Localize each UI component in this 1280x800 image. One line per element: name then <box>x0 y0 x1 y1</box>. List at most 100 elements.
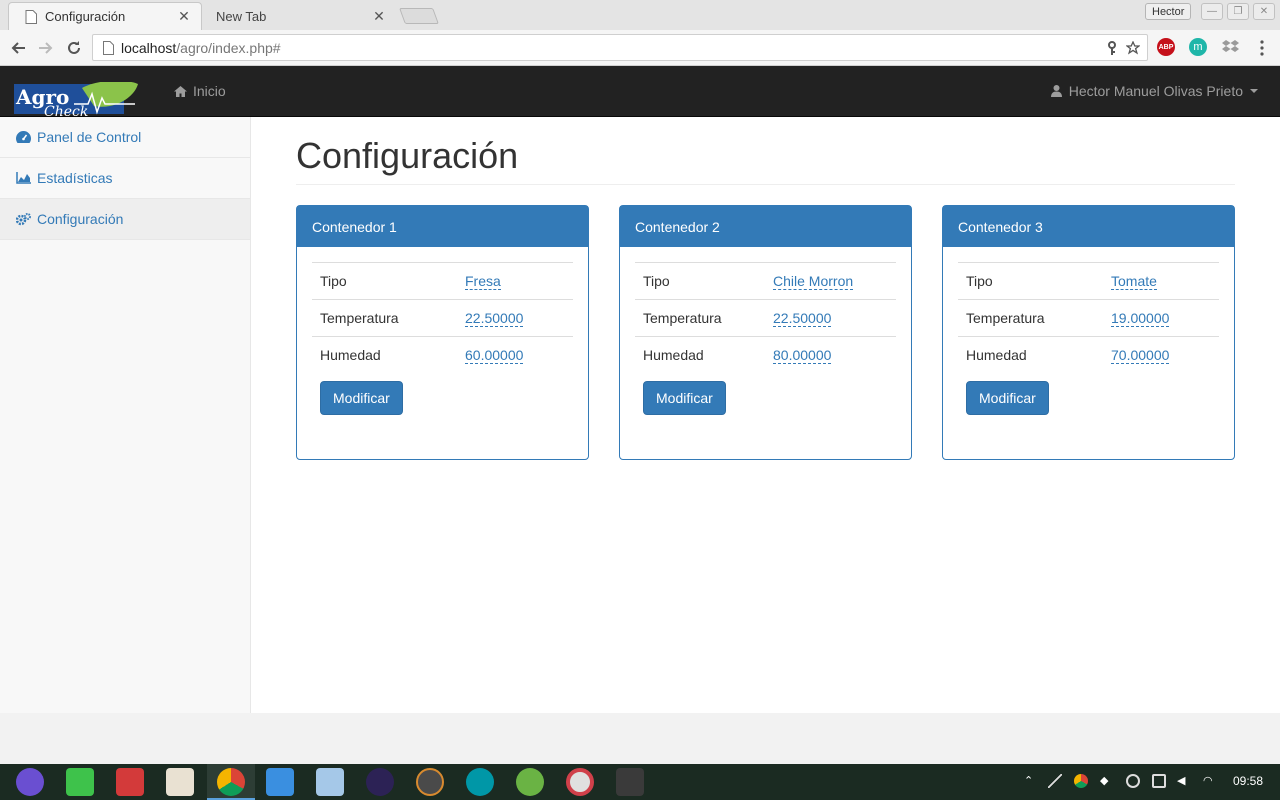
row-label: Tipo <box>643 273 670 289</box>
chrome-tray-icon[interactable] <box>1074 774 1088 788</box>
table-row: Temperatura 22.50000 <box>312 299 573 336</box>
sidebar-item-panel-de-control[interactable]: Panel de Control <box>0 117 250 158</box>
table-row: Tipo Fresa <box>312 262 573 299</box>
page-title: Configuración <box>296 135 519 176</box>
launcher-icon[interactable] <box>16 768 44 796</box>
row-label: Humedad <box>643 347 704 363</box>
row-label: Humedad <box>966 347 1027 363</box>
editable-value[interactable]: 19.00000 <box>1111 310 1170 327</box>
close-icon[interactable]: ✕ <box>372 8 386 24</box>
window-close-icon[interactable]: ✕ <box>1253 3 1275 20</box>
address-bar[interactable]: localhost/agro/index.php# <box>92 34 1148 61</box>
close-icon[interactable]: ✕ <box>177 8 191 24</box>
browser-toolbar: localhost/agro/index.php# ABP m <box>0 30 1280 66</box>
user-menu[interactable]: Hector Manuel Olivas Prieto <box>1050 66 1258 116</box>
row-label: Temperatura <box>643 310 722 326</box>
key-icon[interactable] <box>1105 41 1119 55</box>
dashboard-icon <box>16 131 31 143</box>
nav-inicio[interactable]: Inicio <box>174 66 226 116</box>
row-label: Temperatura <box>966 310 1045 326</box>
panel-heading: Contenedor 1 <box>297 206 588 247</box>
editable-value[interactable]: 22.50000 <box>773 310 832 327</box>
editable-value[interactable]: 60.00000 <box>465 347 524 364</box>
browser-tab-strip: Configuración ✕ New Tab ✕ Hector — ❐ ✕ <box>0 0 1280 30</box>
sidebar-item-label: Configuración <box>37 211 124 227</box>
agrocheck-logo[interactable]: Agro Check <box>14 82 140 118</box>
tab-configuracion[interactable]: Configuración ✕ <box>8 2 202 30</box>
panel-contenedor-2: Contenedor 2 Tipo Chile Morron Temperatu… <box>619 205 912 460</box>
main-content: Configuración Contenedor 1 Tipo Fresa Te… <box>251 117 1280 713</box>
battery-icon[interactable] <box>1152 774 1166 788</box>
settings-icon[interactable] <box>566 768 594 796</box>
adblock-icon[interactable]: ABP <box>1157 38 1175 56</box>
nav-inicio-label: Inicio <box>193 83 226 99</box>
clock: 09:58 <box>1233 774 1264 788</box>
tab-title: New Tab <box>216 8 267 24</box>
area-chart-icon <box>16 172 31 184</box>
window-user-badge[interactable]: Hector <box>1145 3 1192 20</box>
volume-icon[interactable]: ◀ <box>1177 774 1191 788</box>
modificar-button[interactable]: Modificar <box>643 381 726 415</box>
svg-text:Check: Check <box>44 104 88 118</box>
url-host: localhost <box>121 39 177 56</box>
sidebar-item-label: Estadísticas <box>37 170 113 186</box>
modificar-button[interactable]: Modificar <box>320 381 403 415</box>
android-studio-icon[interactable] <box>516 768 544 796</box>
arduino-icon[interactable] <box>466 768 494 796</box>
editable-value[interactable]: 70.00000 <box>1111 347 1170 364</box>
star-icon[interactable] <box>1126 41 1140 55</box>
app-navbar: Agro Check Inicio Hector Manuel Olivas P… <box>0 66 1280 118</box>
files-icon[interactable] <box>266 768 294 796</box>
table-row: Tipo Tomate <box>958 262 1219 299</box>
editable-value[interactable]: Tomate <box>1111 273 1157 290</box>
cube-icon[interactable] <box>316 768 344 796</box>
home-icon <box>174 85 187 97</box>
tab-title: Configuración <box>45 9 126 24</box>
dropbox-icon[interactable] <box>1222 39 1239 55</box>
row-label: Tipo <box>320 273 347 289</box>
terminal-icon[interactable] <box>116 768 144 796</box>
popcorn-icon[interactable] <box>166 768 194 796</box>
power-icon[interactable] <box>1126 774 1140 788</box>
panel-body: Tipo Fresa Temperatura 22.50000 Humedad … <box>297 247 588 430</box>
row-label: Humedad <box>320 347 381 363</box>
table-row: Temperatura 22.50000 <box>635 299 896 336</box>
page-icon <box>25 10 37 24</box>
chrome-icon[interactable] <box>217 768 245 796</box>
editable-value[interactable]: Chile Morron <box>773 273 854 290</box>
sidebar: Panel de Control Estadísticas Configurac… <box>0 117 251 713</box>
reload-icon[interactable] <box>64 38 84 58</box>
back-icon[interactable] <box>8 38 28 58</box>
chevron-down-icon <box>1250 89 1258 93</box>
sidebar-item-estadisticas[interactable]: Estadísticas <box>0 158 250 199</box>
minimize-icon[interactable]: — <box>1201 3 1223 20</box>
row-label: Tipo <box>966 273 993 289</box>
modificar-button[interactable]: Modificar <box>966 381 1049 415</box>
menu-icon[interactable] <box>1256 40 1268 56</box>
editable-value[interactable]: Fresa <box>465 273 501 290</box>
tab-new-tab[interactable]: New Tab ✕ <box>202 2 396 30</box>
editable-value[interactable]: 22.50000 <box>465 310 524 327</box>
wifi-icon[interactable]: ◠ <box>1203 774 1217 788</box>
editor-icon[interactable] <box>616 768 644 796</box>
chevron-up-icon[interactable]: ⌃ <box>1024 774 1038 788</box>
dropbox-tray-icon[interactable]: ◆ <box>1100 774 1114 788</box>
user-icon <box>1050 85 1062 97</box>
editable-value[interactable]: 80.00000 <box>773 347 832 364</box>
panel-body: Tipo Chile Morron Temperatura 22.50000 H… <box>620 247 911 430</box>
page-icon <box>103 41 114 55</box>
forward-icon[interactable] <box>36 38 56 58</box>
panel-heading: Contenedor 2 <box>620 206 911 247</box>
panel-body: Tipo Tomate Temperatura 19.00000 Humedad… <box>943 247 1234 430</box>
pen-icon[interactable] <box>1048 774 1062 788</box>
table-row: Humedad 80.00000 <box>635 336 896 373</box>
new-tab-button[interactable] <box>399 8 439 24</box>
maximize-icon[interactable]: ❐ <box>1227 3 1249 20</box>
table-row: Temperatura 19.00000 <box>958 299 1219 336</box>
sidebar-item-configuracion[interactable]: Configuración <box>0 199 250 240</box>
table-row: Tipo Chile Morron <box>635 262 896 299</box>
sublime-icon[interactable] <box>416 768 444 796</box>
eclipse-icon[interactable] <box>366 768 394 796</box>
app-icon[interactable] <box>66 768 94 796</box>
extension-m-icon[interactable]: m <box>1189 38 1207 56</box>
